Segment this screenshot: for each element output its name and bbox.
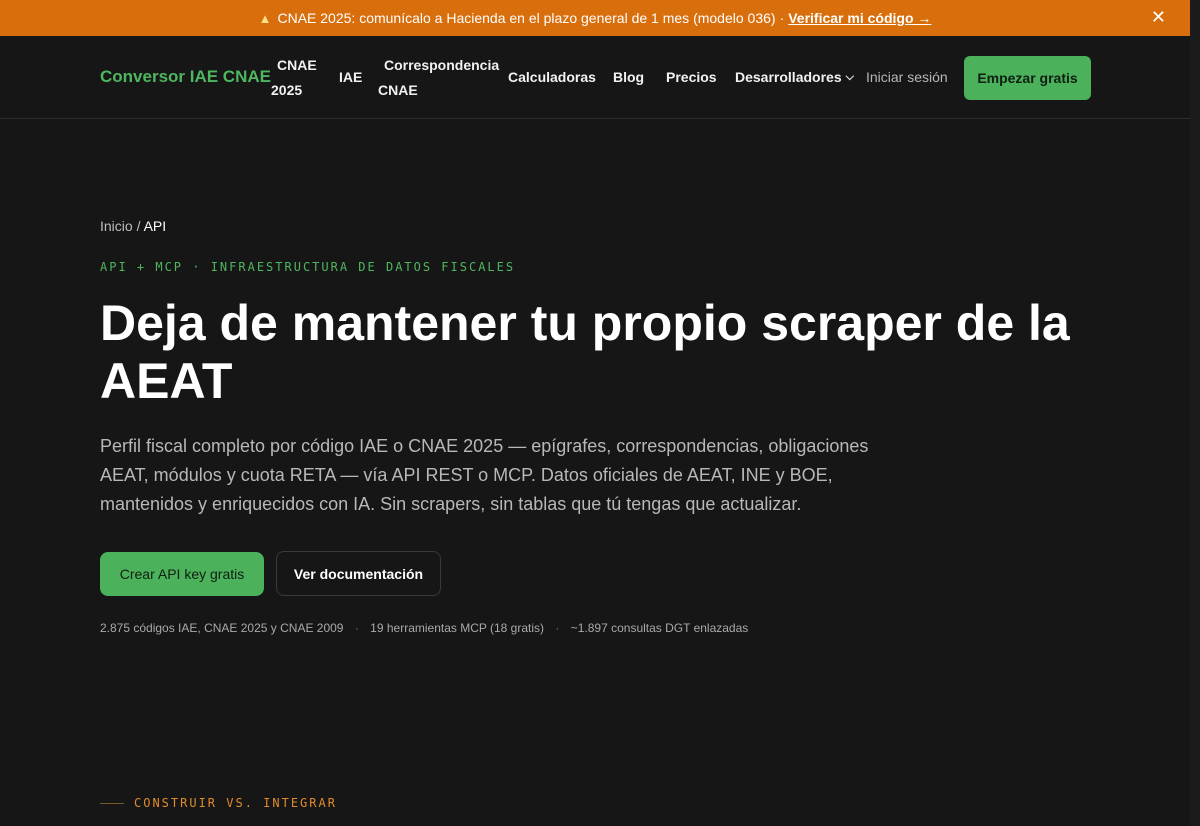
nav-item-line: 2025 xyxy=(271,82,303,98)
nav-item-line: CNAE xyxy=(277,57,317,73)
close-icon[interactable]: ✕ xyxy=(1151,8,1166,26)
stat-item: 19 herramientas MCP (18 gratis) xyxy=(370,621,545,635)
scrollbar-track[interactable] xyxy=(1190,0,1200,826)
stat-separator: · xyxy=(555,621,560,635)
top-navigation: Conversor IAE CNAE CNAE 2025 IAE Corresp… xyxy=(0,36,1190,119)
section-label-line xyxy=(100,802,124,804)
nav-item-desarrolladores[interactable]: Desarrolladores ⌵ xyxy=(735,65,854,92)
login-link[interactable]: Iniciar sesión xyxy=(866,65,948,90)
section-label: CONSTRUIR VS. INTEGRAR xyxy=(100,796,337,810)
verify-code-link[interactable]: Verificar mi código → xyxy=(788,10,931,26)
section-label-text: CONSTRUIR VS. INTEGRAR xyxy=(134,796,337,810)
nav-item-label: Desarrolladores xyxy=(735,69,842,85)
warning-icon: ▲ xyxy=(258,10,272,26)
nav-item-correspondencia[interactable]: Correspondencia CNAE xyxy=(378,53,499,103)
stat-separator: · xyxy=(354,621,359,635)
nav-item-precios[interactable]: Precios xyxy=(666,65,717,90)
breadcrumb-home[interactable]: Inicio xyxy=(100,218,133,234)
breadcrumb-separator: / xyxy=(136,218,141,234)
hero-description: Perfil fiscal completo por código IAE o … xyxy=(100,436,869,514)
chevron-down-icon: ⌵ xyxy=(845,71,854,83)
view-docs-button[interactable]: Ver documentación xyxy=(276,551,441,596)
nav-item-line: CNAE xyxy=(378,82,418,98)
banner-separator: · xyxy=(779,10,785,26)
stat-item: ~1.897 consultas DGT enlazadas xyxy=(570,621,749,635)
page-title: Deja de mantener tu propio scraper de la… xyxy=(100,295,1070,409)
nav-item-cnae-2025[interactable]: CNAE 2025 xyxy=(271,53,317,103)
nav-item-blog[interactable]: Blog xyxy=(613,65,644,90)
logo[interactable]: Conversor IAE CNAE xyxy=(100,67,271,87)
banner-text: CNAE 2025: comunícalo a Hacienda en el p… xyxy=(277,10,776,26)
breadcrumb: Inicio / API xyxy=(100,218,166,234)
announcement-banner: ▲ CNAE 2025: comunícalo a Hacienda en el… xyxy=(0,0,1190,36)
create-api-key-button[interactable]: Crear API key gratis xyxy=(100,552,264,596)
start-free-button[interactable]: Empezar gratis xyxy=(964,56,1091,100)
hero-eyebrow: API + MCP · INFRAESTRUCTURA DE DATOS FIS… xyxy=(100,260,516,274)
hero-stats: 2.875 códigos IAE, CNAE 2025 y CNAE 2009… xyxy=(100,621,748,635)
breadcrumb-current: API xyxy=(143,218,167,234)
nav-item-calculadoras[interactable]: Calculadoras xyxy=(508,65,596,90)
nav-item-iae[interactable]: IAE xyxy=(339,65,362,90)
nav-item-line: Correspondencia xyxy=(384,57,500,73)
stat-item: 2.875 códigos IAE, CNAE 2025 y CNAE 2009 xyxy=(100,621,344,635)
